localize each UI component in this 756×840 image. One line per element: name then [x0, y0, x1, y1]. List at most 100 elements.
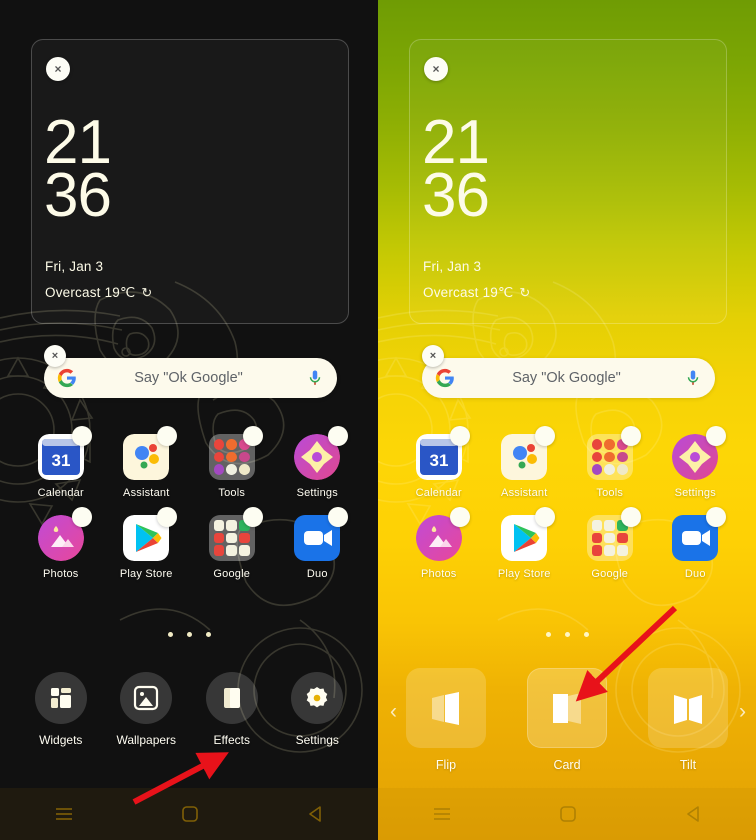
nav-back-button[interactable] [308, 806, 323, 822]
remove-badge[interactable] [71, 507, 92, 527]
remove-badge[interactable] [706, 507, 727, 527]
app-icon-assistant[interactable]: Assistant [482, 426, 568, 499]
app-label: Photos [421, 568, 457, 580]
home-screen-panel-left: × 21 36 Fri, Jan 3 Overcast 19℃ ↻ × Say … [0, 0, 378, 840]
nav-home-button[interactable] [182, 806, 199, 822]
app-icon-photos[interactable]: Photos [396, 507, 482, 580]
effect-label: Flip [435, 758, 457, 772]
remove-badge[interactable] [620, 507, 641, 527]
app-label: Tools [596, 487, 624, 499]
refresh-icon[interactable]: ↻ [141, 285, 152, 301]
app-icon-settings[interactable]: Settings [275, 426, 361, 499]
toolbar-item-wallpapers[interactable]: Wallpapers [104, 672, 190, 747]
toolbar-item-widgets[interactable]: Widgets [18, 672, 104, 747]
effects-carousel: Flip Card Tilt [406, 668, 728, 772]
toolbar-item-settings[interactable]: Settings [275, 672, 361, 747]
widget-weather-text: Overcast 19℃ [423, 285, 514, 300]
nav-recents-button[interactable] [55, 807, 73, 821]
home-editor-toolbar: Widgets Wallpapers Effects Settings [18, 672, 360, 747]
refresh-icon[interactable]: ↻ [519, 285, 530, 301]
remove-badge[interactable] [328, 426, 349, 446]
microphone-icon[interactable] [306, 368, 324, 388]
remove-badge[interactable] [449, 426, 470, 446]
effect-option-flip[interactable]: Flip [406, 668, 486, 772]
page-dot[interactable] [205, 632, 211, 637]
app-icon-calendar[interactable]: 31 Calendar [18, 426, 104, 499]
app-grid-right: 31 Calendar Assistant Tools Settings Pho… [396, 426, 739, 580]
nav-recents-button[interactable] [433, 807, 451, 821]
widget-close-icon[interactable]: × [46, 57, 70, 81]
remove-badge[interactable] [242, 426, 263, 446]
app-label: Play Store [497, 568, 551, 580]
app-label: Duo [684, 568, 706, 580]
remove-badge[interactable] [328, 507, 349, 527]
app-label: Duo [306, 568, 328, 580]
app-folder-tools[interactable]: Tools [189, 426, 275, 499]
app-label: Settings [674, 487, 716, 499]
app-folder-tools[interactable]: Tools [567, 426, 653, 499]
app-folder-google[interactable]: Google [189, 507, 275, 580]
app-folder-google[interactable]: Google [567, 507, 653, 580]
search-placeholder: Say "Ok Google" [134, 370, 243, 386]
remove-badge[interactable] [706, 426, 727, 446]
search-bar[interactable]: Say "Ok Google" [44, 358, 337, 398]
microphone-icon[interactable] [684, 368, 702, 388]
page-dot[interactable] [186, 632, 192, 637]
app-icon-duo[interactable]: Duo [275, 507, 361, 580]
toolbar-label: Effects [213, 733, 250, 747]
search-close-icon[interactable]: × [422, 345, 444, 367]
app-icon-assistant[interactable]: Assistant [104, 426, 190, 499]
tilt-effect-icon [674, 695, 702, 724]
app-label: Tools [218, 487, 246, 499]
clock-minute: 36 [44, 161, 112, 231]
remove-badge[interactable] [535, 426, 556, 446]
home-screen-panel-right: × 21 36 Fri, Jan 3 Overcast 19℃ ↻ × Say [378, 0, 756, 840]
effect-option-card[interactable]: Card [527, 668, 607, 772]
effects-next-icon[interactable]: › [739, 700, 746, 724]
remove-badge[interactable] [242, 507, 263, 527]
widget-weather: Overcast 19℃ ↻ [45, 285, 152, 301]
widget-weather: Overcast 19℃ ↻ [423, 285, 530, 301]
toolbar-label: Wallpapers [116, 733, 177, 747]
effect-label: Card [553, 758, 581, 772]
search-close-icon[interactable]: × [44, 345, 66, 367]
app-icon-play-store[interactable]: Play Store [104, 507, 190, 580]
widget-date: Fri, Jan 3 [423, 259, 482, 274]
remove-badge[interactable] [157, 426, 178, 446]
effects-prev-icon[interactable]: ‹ [390, 700, 397, 724]
page-dot[interactable] [545, 632, 551, 637]
nav-home-button[interactable] [560, 806, 577, 822]
google-search-widget[interactable]: × Say "Ok Google" [31, 345, 349, 405]
svg-text:31: 31 [51, 451, 70, 470]
gear-icon [306, 687, 328, 708]
clock-weather-widget[interactable]: × 21 36 Fri, Jan 3 Overcast 19℃ ↻ [409, 39, 727, 324]
remove-badge[interactable] [449, 507, 470, 527]
app-label: Google [591, 568, 629, 580]
widget-date: Fri, Jan 3 [45, 259, 104, 274]
app-icon-calendar[interactable]: 31 Calendar [396, 426, 482, 499]
toolbar-item-effects[interactable]: Effects [189, 672, 275, 747]
remove-badge[interactable] [535, 507, 556, 527]
card-effect-icon [553, 693, 581, 724]
remove-badge[interactable] [620, 426, 641, 446]
clock-weather-widget[interactable]: × 21 36 Fri, Jan 3 Overcast 19℃ ↻ [31, 39, 349, 324]
nav-back-button[interactable] [686, 806, 701, 822]
clock-minute: 36 [422, 161, 490, 231]
effects-icon [223, 688, 240, 708]
remove-badge[interactable] [71, 426, 92, 446]
app-label: Calendar [415, 487, 462, 499]
app-grid-left: 31 Calendar Assistant Tools Settings Pho… [18, 426, 361, 580]
search-bar[interactable]: Say "Ok Google" [422, 358, 715, 398]
effect-label: Tilt [679, 758, 697, 772]
remove-badge[interactable] [157, 507, 178, 527]
app-icon-duo[interactable]: Duo [653, 507, 739, 580]
widget-close-icon[interactable]: × [424, 57, 448, 81]
google-search-widget[interactable]: × Say "Ok Google" [409, 345, 727, 405]
page-dot[interactable] [583, 632, 589, 637]
app-icon-play-store[interactable]: Play Store [482, 507, 568, 580]
app-icon-photos[interactable]: Photos [18, 507, 104, 580]
app-icon-settings[interactable]: Settings [653, 426, 739, 499]
effect-option-tilt[interactable]: Tilt [648, 668, 728, 772]
page-dot[interactable] [564, 632, 570, 637]
page-dot[interactable] [167, 632, 173, 637]
